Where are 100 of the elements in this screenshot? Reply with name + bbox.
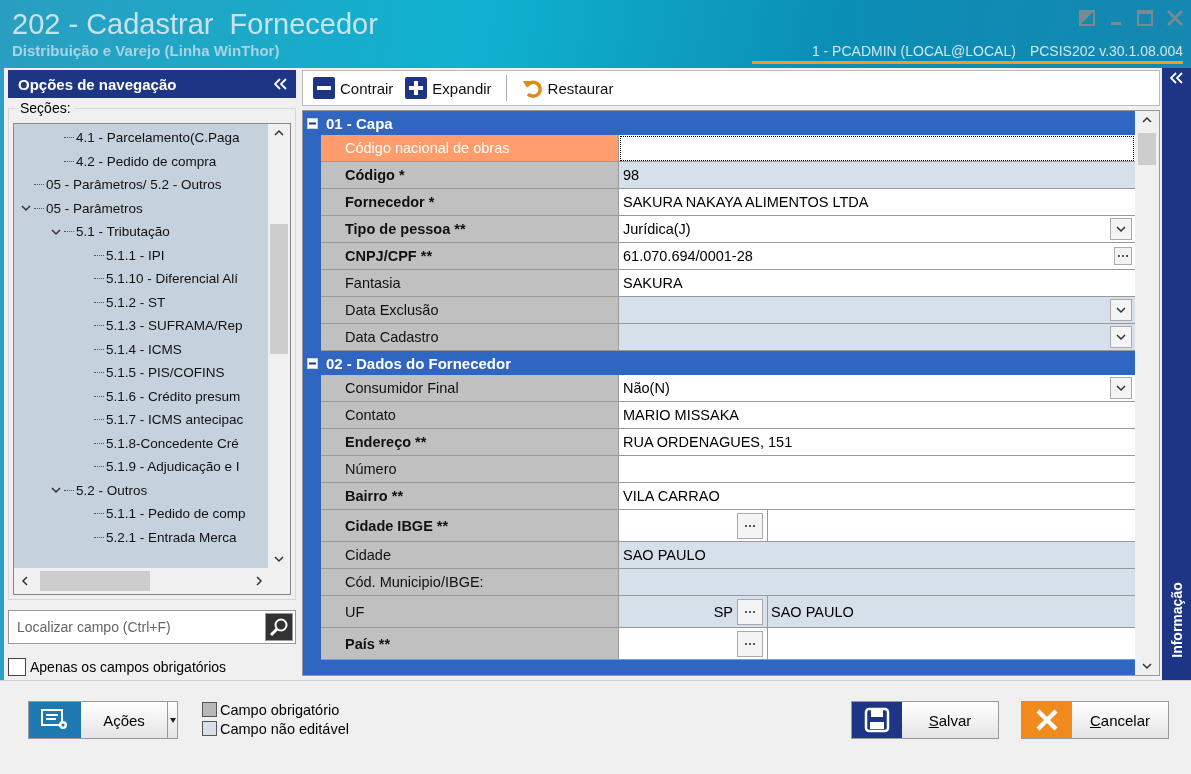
chevron-icon [1116,224,1126,234]
field-value: VILA CARRAO [623,488,721,504]
value-field[interactable]: SAKURA NAKAYA ALIMENTOS LTDA [619,189,1135,216]
chevron-icon [1116,332,1126,342]
session-info: 1 - PCADMIN (LOCAL@LOCAL) [811,43,1016,59]
minus-icon[interactable] [307,357,318,369]
search-field[interactable]: Localizar campo (Ctrl+F) [15,618,265,636]
more-icon [744,641,756,646]
tree-item[interactable]: 5.1.1 - IPI [106,247,165,263]
group-label: Seções: [17,100,74,116]
scroll-down-icon[interactable] [1142,661,1152,671]
field-label: CNPJ/CPF ** [321,243,619,270]
dropdown-button[interactable] [1110,299,1132,321]
minus-icon[interactable] [307,117,318,129]
chevron-icon[interactable] [21,203,31,214]
scroll-right-icon[interactable] [254,576,264,586]
value-field[interactable]: 98 [619,162,1135,189]
tree-item[interactable]: 5.1.9 - Adjudicação e I [106,459,240,475]
search-button[interactable] [265,613,293,641]
close-icon [1035,708,1059,732]
tree-item[interactable]: 5.1.3 - SUFRAMA/Rep [106,318,243,334]
chevron-icon[interactable] [51,226,61,237]
panel-title: Informação [1168,582,1185,658]
tree-item[interactable]: 5.2 - Outros [76,482,148,498]
tree-item[interactable]: 5.1.4 - ICMS [106,341,182,357]
value-field[interactable]: SP SAO PAULO [619,596,1135,628]
panel-title: Opções de navegação [18,75,177,93]
cancel-button[interactable]: Cancelar [1021,701,1169,739]
collapse-icon[interactable] [274,78,288,90]
tree-item[interactable]: 4.1 - Parcelamento(C.Paga [76,130,240,146]
tree-item[interactable]: 5.1 - Tributação [76,224,170,240]
chevron-icon [1116,305,1126,315]
scroll-up-icon[interactable] [274,128,284,138]
ellipsis-button[interactable] [1114,247,1132,265]
field-value: SAO PAULO [623,547,707,563]
value-field[interactable] [619,135,1135,162]
section-title: 01 - Capa [326,114,393,132]
checkbox-label: Apenas os campos obrigatórios [30,659,227,675]
field-label: Bairro ** [321,483,619,510]
field-label: Cód. Municipio/IBGE: [321,569,619,596]
field-value: SAKURA NAKAYA ALIMENTOS LTDA [623,194,870,210]
scrollbar-thumb[interactable] [1138,133,1156,165]
value-field[interactable]: MARIO MISSAKA [619,402,1135,429]
field-label: Código nacional de obras [321,135,619,162]
value-field[interactable]: RUA ORDENAGUES, 151 [619,429,1135,456]
caret-icon [169,717,176,723]
checkbox[interactable] [8,658,26,676]
value-field[interactable] [619,324,1135,351]
actions-button[interactable]: Ações [28,701,178,739]
tree-item[interactable]: 5.1.6 - Crédito presum [106,388,241,404]
scroll-up-icon[interactable] [1142,115,1152,125]
value-field[interactable] [619,456,1135,483]
scroll-left-icon[interactable] [20,576,30,586]
dropdown-button[interactable] [1110,218,1132,240]
dropdown-button[interactable] [1110,326,1132,348]
window-title: 202 - Cadastrar Fornecedor [12,7,378,42]
section-title: 02 - Dados do Fornecedor [326,354,512,372]
value-field[interactable]: 61.070.694/0001-28 [619,243,1135,270]
legend-swatch [202,721,217,736]
more-icon [1117,254,1129,258]
value-field[interactable] [619,569,1135,596]
scrollbar-thumb[interactable] [40,571,150,591]
tree-item[interactable]: 5.1.1 - Pedido de comp [106,506,246,522]
more-icon [744,523,756,528]
vertical-scrollbar[interactable] [1135,111,1159,675]
toolbar-button[interactable]: Restaurar [516,75,618,101]
value-field[interactable] [619,297,1135,324]
value-field[interactable]: SAKURA [619,270,1135,297]
tree-item[interactable]: 05 - Parâmetros [46,200,143,216]
field-value: Não(N) [623,380,671,396]
value-field[interactable]: Jurídica(J) [619,216,1135,243]
tree-item[interactable]: 5.1.2 - ST [106,294,166,310]
field-value: RUA ORDENAGUES, 151 [623,434,794,450]
field-value: 98 [623,167,641,183]
value-field[interactable]: VILA CARRAO [619,483,1135,510]
value-field[interactable] [619,628,1135,660]
value-field[interactable] [619,510,1135,542]
tree-item[interactable]: 05 - Parâmetros/ 5.2 - Outros [46,177,222,193]
search-box[interactable]: Localizar campo (Ctrl+F) [8,610,296,644]
dropdown-button[interactable] [1110,377,1132,399]
collapse-icon[interactable] [1169,72,1184,84]
save-button[interactable]: Salvar [851,701,999,739]
tree-item[interactable]: 5.1.7 - ICMS antecipac [106,412,244,428]
toolbar-button[interactable]: Contrair [309,75,398,101]
scroll-down-icon[interactable] [274,554,284,564]
tree-item[interactable]: 5.1.5 - PIS/COFINS [106,365,225,381]
value-field[interactable]: Não(N) [619,375,1135,402]
value-field[interactable]: SAO PAULO [619,542,1135,569]
chevron-icon[interactable] [51,485,61,496]
toolbar-button[interactable]: Expandir [401,75,496,101]
tree-item[interactable]: 5.1.8-Concedente Cré [106,435,239,451]
scrollbar-thumb[interactable] [270,224,288,354]
tree-item[interactable]: 5.1.10 - Diferencial Alí [106,271,239,287]
legend-label: Campo não editável [220,720,349,737]
chevron-icon [1116,383,1126,393]
tree-item[interactable]: 4.2 - Pedido de compra [76,153,217,169]
field-label: Fornecedor * [321,189,619,216]
plus-icon [405,77,428,99]
field-value: SAKURA [623,275,684,291]
tree-item[interactable]: 5.2.1 - Entrada Merca [106,529,237,545]
